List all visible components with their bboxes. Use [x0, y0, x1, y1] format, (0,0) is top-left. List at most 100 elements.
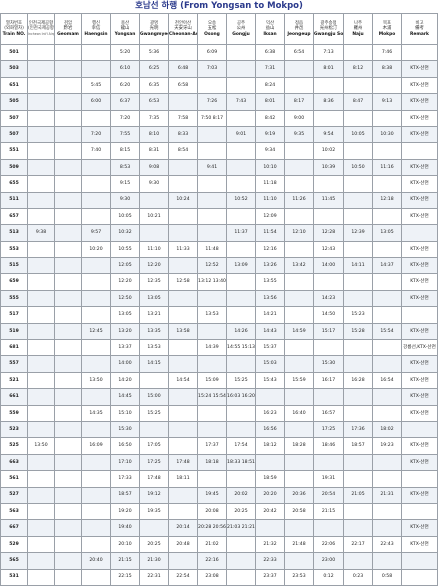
train-number: 661: [0, 388, 28, 406]
time-cell: [313, 109, 344, 127]
column-header: 오송 五松 Osong: [197, 13, 227, 45]
time-cell: 6:09: [197, 43, 227, 62]
time-cell: 22:54: [168, 568, 198, 586]
time-cell: [284, 175, 314, 193]
time-cell: 7:50 8:17: [197, 109, 227, 127]
time-cell: [81, 388, 111, 406]
time-cell: 12:50: [110, 289, 140, 308]
time-cell: 9:08: [139, 158, 169, 177]
remark-cell: KTX-산천: [401, 158, 438, 177]
time-cell: [343, 191, 373, 209]
time-cell: [81, 158, 111, 177]
time-cell: 13:05: [110, 306, 140, 324]
train-number: 525: [0, 437, 28, 455]
time-cell: [54, 453, 82, 472]
time-cell: [27, 322, 55, 341]
time-cell: 10:02: [313, 142, 344, 160]
time-cell: 15:09: [197, 371, 227, 390]
table-row: 525 13:50 16:09 16:50 17:05 17:37 17:54 18:12 18…: [0, 437, 438, 455]
time-cell: 15:00: [139, 388, 169, 406]
time-cell: [54, 420, 82, 439]
time-cell: 17:25: [139, 453, 169, 472]
header-en: Remark: [410, 31, 429, 37]
table-row: 529 20:10 20:25 20:48 21:02 21:32 21:48 22:06 22…: [0, 535, 438, 554]
time-cell: 14:59: [284, 322, 314, 341]
time-cell: 14:21: [255, 306, 285, 324]
train-number: 507: [0, 125, 28, 144]
time-cell: [372, 273, 402, 291]
time-cell: 6:35: [139, 76, 169, 95]
time-cell: 13:20: [110, 322, 140, 341]
time-cell: [54, 486, 82, 504]
time-cell: 18:18: [197, 453, 227, 472]
table-row: 661 14:45 15:00 15:24 15:54 16:03 16:20 KTX-산…: [0, 388, 438, 406]
time-cell: 8:31: [139, 142, 169, 160]
time-cell: [168, 420, 198, 439]
time-cell: 20:10: [110, 535, 140, 554]
time-cell: 20:58: [284, 502, 314, 521]
time-cell: [197, 224, 227, 242]
time-cell: [343, 453, 373, 472]
time-cell: [226, 207, 256, 226]
table-row: 565 20:40 21:15 21:30 22:16 22:33 23:00: [0, 552, 438, 570]
train-number: 555: [0, 289, 28, 308]
remark-cell: 강릉선,KTX-산천: [401, 339, 438, 357]
remark-cell: KTX-산천: [401, 191, 438, 209]
time-cell: 14:50: [313, 306, 344, 324]
time-cell: [284, 339, 314, 357]
table-row: 505 6:00 6:37 6:53 7:26 7:43 8:01 8:17 8:36 8:47 9…: [0, 93, 438, 111]
table-row: 503 6:10 6:25 6:48 7:03 7:31 8:01 8:12 8:38 KTX-산…: [0, 60, 438, 78]
train-number: 513: [0, 224, 28, 242]
time-cell: [284, 142, 314, 160]
header-en: Cheonan-Asan: [169, 31, 197, 37]
time-cell: [226, 568, 256, 586]
time-cell: 18:28: [284, 437, 314, 455]
remark-cell: KTX-산천: [401, 486, 438, 504]
time-cell: [372, 519, 402, 537]
time-cell: [27, 257, 55, 275]
remark-cell: KTX-산천: [401, 404, 438, 422]
time-cell: 12:18: [372, 191, 402, 209]
time-cell: 14:00: [313, 257, 344, 275]
time-cell: 9:38: [27, 224, 55, 242]
time-cell: [27, 207, 55, 226]
remark-cell: KTX-산천: [401, 453, 438, 472]
time-cell: [81, 43, 111, 62]
time-cell: [343, 339, 373, 357]
time-cell: [27, 404, 55, 422]
time-cell: 9:34: [255, 142, 285, 160]
time-cell: [343, 355, 373, 373]
time-cell: [168, 93, 198, 111]
train-number: 553: [0, 240, 28, 259]
time-cell: 15:43: [255, 371, 285, 390]
table-row: 561 17:33 17:48 18:11 18:59 19:31: [0, 470, 438, 488]
time-cell: [139, 420, 169, 439]
column-header: 광주송정光州松汀Gwangju Songjeong: [313, 13, 344, 45]
time-cell: [226, 552, 256, 570]
time-cell: 13:58: [168, 322, 198, 341]
time-cell: [81, 273, 111, 291]
time-cell: 17:48: [168, 453, 198, 472]
remark-cell: KTX-산천: [401, 257, 438, 275]
time-cell: [343, 142, 373, 160]
column-header: 공주 公州 Gongju: [226, 13, 256, 45]
time-cell: [197, 191, 227, 209]
time-cell: 14:39: [197, 339, 227, 357]
remark-cell: KTX-산천: [401, 76, 438, 95]
time-cell: 12:39: [343, 224, 373, 242]
train-number: 523: [0, 420, 28, 439]
time-cell: 10:20: [81, 240, 111, 259]
page-title: 호남선 하행 (From Yongsan to Mokpo): [135, 1, 303, 11]
table-row: 659 12:20 12:35 12:58 13:12 13:40 13:55 KTX-산천: [0, 273, 438, 291]
time-cell: [27, 552, 55, 570]
train-number: 509: [0, 158, 28, 177]
time-cell: 9:35: [284, 125, 314, 144]
time-cell: 13:42: [284, 257, 314, 275]
header-en: Osong: [204, 31, 220, 37]
time-cell: [255, 388, 285, 406]
header-en: Gongju: [232, 31, 250, 37]
time-cell: [168, 502, 198, 521]
time-cell: 6:10: [110, 60, 140, 78]
time-cell: [54, 43, 82, 62]
time-cell: [168, 207, 198, 226]
